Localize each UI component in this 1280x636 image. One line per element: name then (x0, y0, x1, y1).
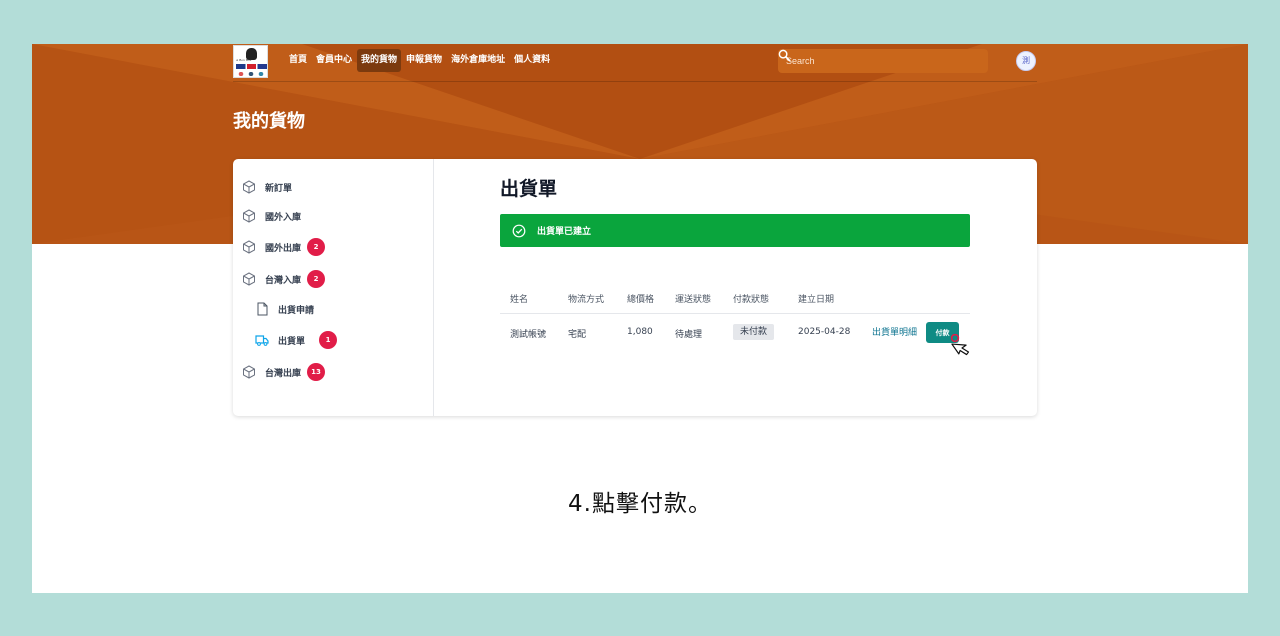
count-badge: 2 (307, 238, 326, 256)
column-header-payment-status: 付款狀態 (733, 295, 770, 305)
nav-item-declare-goods[interactable]: 申報貨物 (402, 49, 446, 72)
box-icon (243, 180, 255, 194)
sidebar-item-overseas-outbound[interactable]: 國外出庫 2 (242, 237, 326, 257)
slide: A Box Box 首頁 會員中心 我的貨物 申報貨物 海外倉庫地址 個人資料 … (32, 44, 1248, 593)
sidebar-item-overseas-inbound[interactable]: 國外入庫 (242, 206, 301, 226)
sidebar-item-shipment-order[interactable]: 出貨單 1 (255, 330, 338, 350)
sidebar-item-label: 台灣出庫 (265, 368, 302, 379)
sidebar-item-taiwan-inbound[interactable]: 台灣入庫 2 (242, 269, 326, 289)
search-input[interactable] (786, 56, 946, 66)
nav-menu: 首頁 會員中心 我的貨物 申報貨物 海外倉庫地址 個人資料 (285, 49, 555, 72)
box-icon (243, 272, 255, 286)
sidebar-item-label: 新訂單 (265, 183, 293, 194)
avatar[interactable]: 測 (1016, 51, 1036, 71)
check-circle-icon (512, 224, 526, 237)
sidebar-item-label: 國外入庫 (265, 212, 302, 223)
nav-item-warehouse-address[interactable]: 海外倉庫地址 (447, 49, 509, 72)
sidebar-item-label: 台灣入庫 (265, 275, 302, 286)
box-icon (243, 209, 255, 223)
column-header-shipping: 物流方式 (568, 295, 605, 305)
nav-item-my-goods[interactable]: 我的貨物 (357, 49, 402, 72)
cell-created-date: 2025-04-28 (798, 327, 851, 337)
cell-shipping: 宅配 (568, 330, 587, 340)
count-badge: 13 (307, 363, 326, 381)
truck-icon (255, 335, 269, 346)
header-divider (500, 313, 970, 314)
nav-item-profile[interactable]: 個人資料 (510, 49, 554, 72)
sidebar: 新訂單 國外入庫 國外出庫 2 台灣入庫 2 出貨申請 出貨單 1 台灣出庫 1… (233, 159, 434, 416)
nav-item-member-center[interactable]: 會員中心 (312, 49, 356, 72)
column-header-total: 總價格 (627, 295, 655, 305)
sidebar-item-new-order[interactable]: 新訂單 (242, 177, 292, 197)
search-icon (778, 49, 791, 62)
column-header-name: 姓名 (510, 295, 529, 305)
cell-name: 測試帳號 (510, 330, 547, 340)
payment-status-badge: 未付款 (733, 324, 775, 340)
content-title: 出貨單 (500, 178, 558, 200)
site-logo[interactable]: A Box Box (233, 45, 268, 78)
count-badge: 1 (319, 331, 338, 349)
cell-total: 1,080 (627, 327, 653, 337)
sidebar-item-taiwan-outbound[interactable]: 台灣出庫 13 (242, 362, 326, 382)
shipment-detail-link[interactable]: 出貨單明細 (872, 325, 917, 338)
sidebar-item-label: 出貨申請 (278, 305, 315, 316)
column-header-created: 建立日期 (798, 295, 835, 305)
search-box[interactable] (778, 49, 988, 73)
box-icon (243, 240, 255, 254)
top-navbar: A Box Box 首頁 會員中心 我的貨物 申報貨物 海外倉庫地址 個人資料 … (233, 44, 1037, 82)
page-title: 我的貨物 (233, 111, 305, 132)
cell-delivery-status: 待處理 (675, 330, 703, 340)
count-badge: 2 (307, 270, 326, 288)
box-icon (243, 365, 255, 379)
hand-pointer-icon (950, 334, 970, 356)
document-icon (257, 302, 268, 316)
sidebar-item-label: 國外出庫 (265, 243, 302, 254)
sidebar-item-label: 出貨單 (278, 336, 306, 347)
step-caption: 4.點擊付款。 (568, 491, 712, 517)
alert-message: 出貨單已建立 (537, 227, 592, 237)
column-header-delivery-status: 運送狀態 (675, 295, 712, 305)
nav-item-home[interactable]: 首頁 (285, 49, 311, 72)
success-alert: 出貨單已建立 (500, 214, 970, 247)
sidebar-item-shipment-request[interactable]: 出貨申請 (255, 299, 314, 319)
content-card: 新訂單 國外入庫 國外出庫 2 台灣入庫 2 出貨申請 出貨單 1 台灣出庫 1… (233, 159, 1037, 416)
